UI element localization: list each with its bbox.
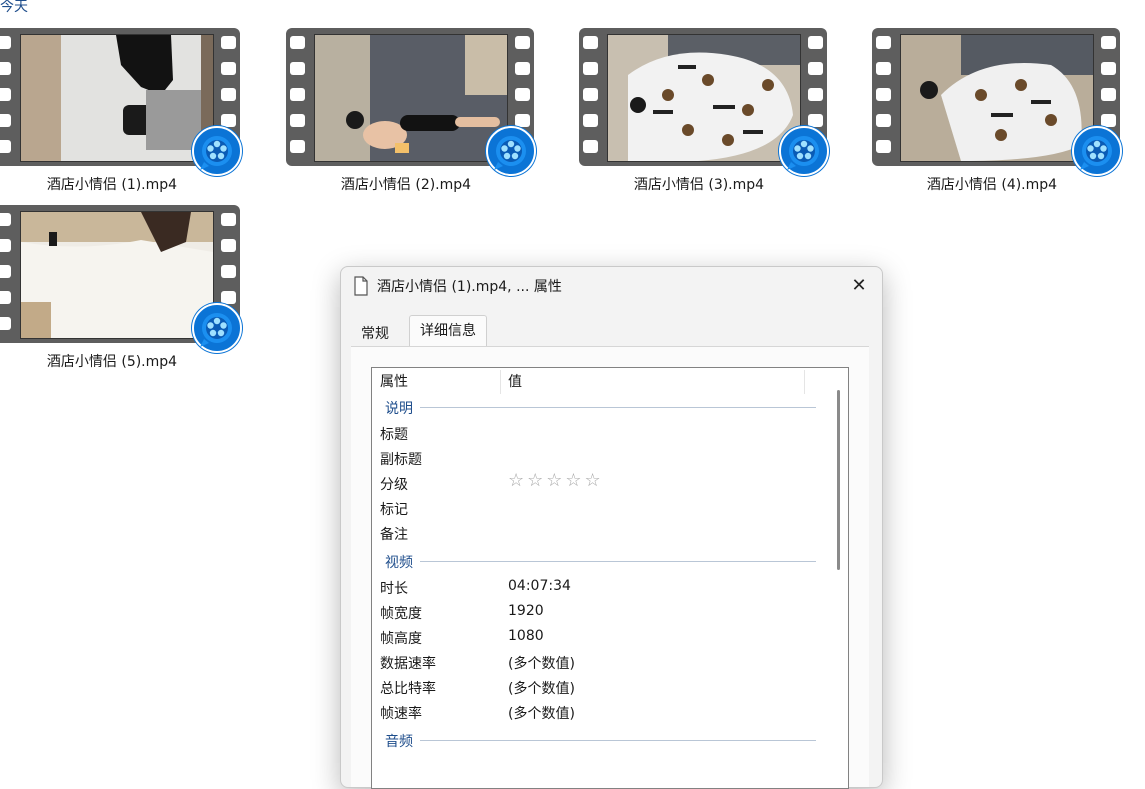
details-panel: 属性 值 说明 标题 副标题 分级 ☆☆☆☆☆ 标记 备注 视频 时长 04:0… (351, 346, 869, 789)
video-frame-image (20, 34, 214, 162)
prop-value-frame-width: 1920 (508, 603, 544, 619)
file-tile[interactable]: 酒店小情侣 (2).mp4 (286, 28, 536, 203)
prop-name-tags: 标记 (380, 502, 408, 518)
column-divider[interactable] (500, 370, 501, 394)
section-divider (420, 740, 816, 741)
dialog-titlebar[interactable]: 酒店小情侣 (1).mp4, ... 属性 ✕ (341, 267, 882, 305)
section-divider (420, 407, 816, 408)
video-player-app-icon (486, 126, 536, 176)
prop-value-frame-height: 1080 (508, 628, 544, 644)
video-player-app-icon (192, 126, 242, 176)
file-name-label: 酒店小情侣 (5).mp4 (46, 354, 178, 370)
video-frame-image (900, 34, 1094, 162)
group-header-today[interactable]: 今天 (0, 0, 28, 16)
prop-value-frame-rate: (多个数值) (508, 706, 575, 722)
prop-value-data-rate: (多个数值) (508, 656, 575, 672)
prop-name-length: 时长 (380, 581, 408, 597)
section-video: 视频 (385, 555, 413, 571)
video-thumbnail (872, 28, 1122, 176)
tab-details[interactable]: 详细信息 (409, 315, 487, 346)
tab-strip: 常规 详细信息 (351, 315, 871, 347)
video-thumbnail (0, 205, 242, 353)
video-player-app-icon (779, 126, 829, 176)
column-divider[interactable] (804, 370, 805, 394)
vertical-scrollbar[interactable] (837, 390, 840, 570)
section-divider (420, 561, 816, 562)
prop-name-title: 标题 (380, 427, 408, 443)
prop-value-total-bitrate: (多个数值) (508, 681, 575, 697)
file-tile[interactable]: 酒店小情侣 (3).mp4 (579, 28, 829, 203)
file-name-label: 酒店小情侣 (1).mp4 (46, 177, 178, 193)
rating-stars[interactable]: ☆☆☆☆☆ (508, 470, 604, 491)
close-button[interactable]: ✕ (846, 273, 872, 299)
video-player-app-icon (1072, 126, 1122, 176)
file-name-label: 酒店小情侣 (3).mp4 (633, 177, 765, 193)
prop-value-length: 04:07:34 (508, 578, 571, 594)
file-tile[interactable]: 酒店小情侣 (1).mp4 (0, 28, 242, 203)
section-description: 说明 (385, 401, 413, 417)
prop-name-data-rate: 数据速率 (380, 656, 436, 672)
prop-name-comments: 备注 (380, 527, 408, 543)
close-icon: ✕ (851, 275, 867, 296)
column-header-property[interactable]: 属性 (380, 368, 408, 396)
file-icon (353, 276, 369, 300)
prop-name-frame-rate: 帧速率 (380, 706, 422, 722)
file-name-label: 酒店小情侣 (2).mp4 (340, 177, 472, 193)
video-frame-image (20, 211, 214, 339)
video-frame-image (314, 34, 508, 162)
video-thumbnail (286, 28, 536, 176)
dialog-title: 酒店小情侣 (1).mp4, ... 属性 (377, 279, 562, 295)
file-name-label: 酒店小情侣 (4).mp4 (926, 177, 1058, 193)
property-list[interactable]: 属性 值 说明 标题 副标题 分级 ☆☆☆☆☆ 标记 备注 视频 时长 04:0… (371, 367, 849, 789)
video-thumbnail (579, 28, 829, 176)
prop-name-frame-height: 帧高度 (380, 631, 422, 647)
properties-dialog: 酒店小情侣 (1).mp4, ... 属性 ✕ 常规 详细信息 属性 值 说明 … (340, 266, 883, 789)
column-header-value[interactable]: 值 (508, 368, 522, 396)
video-thumbnail (0, 28, 242, 176)
prop-name-subtitle: 副标题 (380, 452, 422, 468)
prop-name-rating: 分级 (380, 477, 408, 493)
video-frame-image (607, 34, 801, 162)
prop-name-frame-width: 帧宽度 (380, 606, 422, 622)
video-player-app-icon (192, 303, 242, 353)
file-tile[interactable]: 酒店小情侣 (4).mp4 (872, 28, 1122, 203)
tab-general[interactable]: 常规 (351, 319, 399, 349)
section-audio: 音频 (385, 734, 413, 750)
prop-name-total-bitrate: 总比特率 (380, 681, 436, 697)
file-tile[interactable]: 酒店小情侣 (5).mp4 (0, 205, 242, 380)
